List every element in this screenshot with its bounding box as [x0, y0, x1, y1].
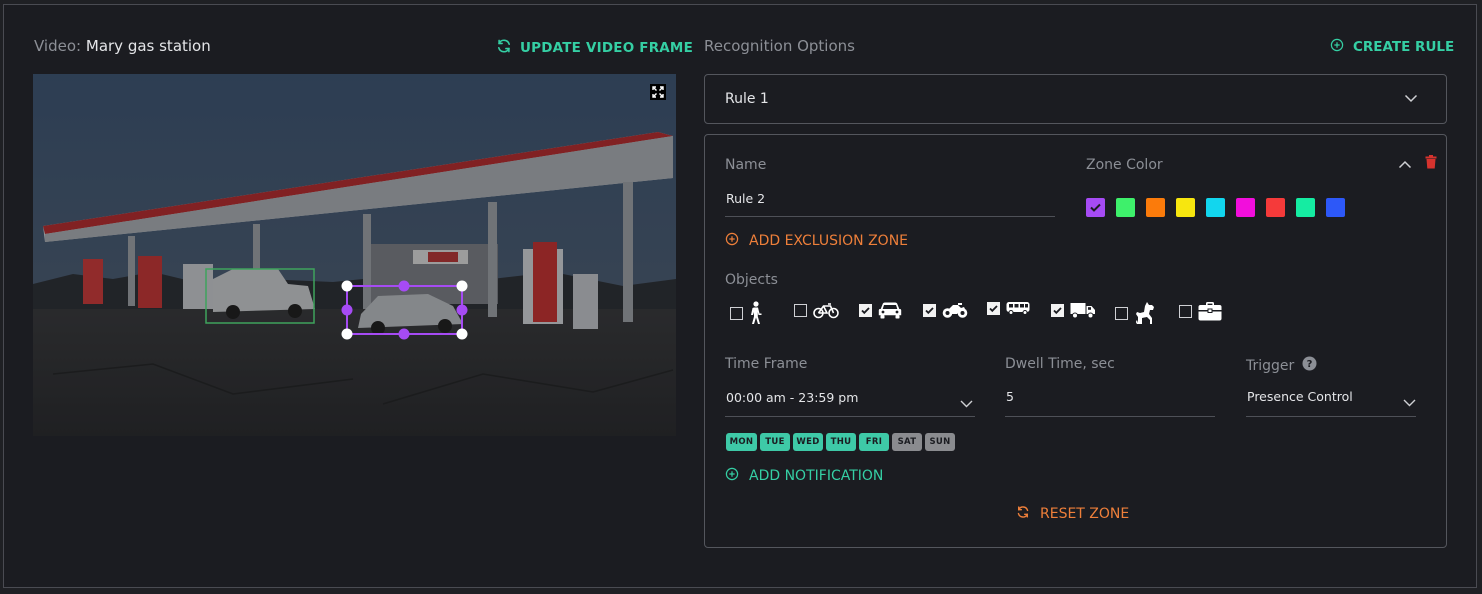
refresh-icon	[1016, 505, 1030, 523]
object-toggle[interactable]	[859, 301, 902, 319]
zone-color-swatch[interactable]	[1266, 198, 1285, 217]
day-chip-tue[interactable]: TUE	[760, 433, 790, 451]
delete-icon[interactable]	[1425, 154, 1437, 173]
trigger-label-row: Trigger ?	[1246, 356, 1317, 375]
check-icon	[1053, 306, 1062, 314]
bicycle-icon	[813, 301, 839, 319]
video-frame[interactable]	[33, 74, 676, 436]
zone-color-swatch[interactable]	[1296, 198, 1315, 217]
day-chip-thu[interactable]: THU	[826, 433, 856, 451]
zone-color-picker	[1086, 198, 1356, 218]
object-toggle[interactable]	[923, 301, 968, 319]
add-notification-label: ADD NOTIFICATION	[749, 468, 884, 484]
name-label: Name	[725, 157, 767, 173]
trigger-label: Trigger	[1246, 357, 1295, 374]
suitcase-icon	[1198, 301, 1222, 321]
person-icon	[749, 301, 763, 325]
object-checkbox[interactable]	[730, 306, 743, 320]
time-frame-value: 00:00 am - 23:59 pm	[726, 390, 859, 405]
name-input-value: Rule 2	[726, 191, 766, 206]
zone-color-swatch[interactable]	[1086, 198, 1105, 217]
reset-zone-button[interactable]: RESET ZONE	[1016, 505, 1129, 523]
fullscreen-icon[interactable]	[650, 84, 666, 100]
bus-icon	[1006, 301, 1030, 315]
name-input[interactable]: Rule 2	[725, 186, 1055, 217]
dwell-time-value: 5	[1006, 389, 1014, 404]
zone-color-swatch[interactable]	[1176, 198, 1195, 217]
check-icon	[1090, 203, 1101, 212]
object-toggle[interactable]	[1115, 301, 1156, 325]
chevron-down-icon	[960, 393, 973, 412]
help-icon[interactable]: ?	[1302, 356, 1317, 375]
weekday-selector: MON TUE WED THU FRI SAT SUN	[726, 433, 966, 451]
object-checkbox[interactable]	[1115, 306, 1128, 320]
objects-list	[730, 301, 1250, 327]
object-checkbox[interactable]	[1179, 304, 1192, 318]
dwell-time-label: Dwell Time, sec	[1005, 356, 1115, 372]
create-rule-label: CREATE RULE	[1353, 39, 1455, 55]
trigger-value: Presence Control	[1247, 389, 1353, 404]
objects-label: Objects	[725, 272, 778, 288]
time-frame-select[interactable]: 00:00 am - 23:59 pm	[725, 383, 975, 417]
object-toggle[interactable]	[794, 301, 839, 319]
zone-color-swatch[interactable]	[1206, 198, 1225, 217]
add-notification-button[interactable]: ADD NOTIFICATION	[725, 467, 883, 485]
dwell-time-input[interactable]: 5	[1005, 383, 1215, 417]
video-label: Video:	[34, 37, 82, 55]
zone-color-swatch[interactable]	[1326, 198, 1345, 217]
trigger-select[interactable]: Presence Control	[1246, 383, 1416, 417]
object-toggle[interactable]	[1051, 301, 1096, 319]
day-chip-wed[interactable]: WED	[793, 433, 823, 451]
object-checkbox[interactable]	[859, 303, 872, 317]
check-icon	[989, 304, 998, 312]
truck-icon	[1070, 301, 1096, 319]
video-title: Video: Mary gas station	[34, 37, 211, 55]
object-toggle[interactable]	[730, 301, 763, 325]
object-toggle[interactable]	[1179, 301, 1222, 321]
create-rule-button[interactable]: CREATE RULE	[1330, 38, 1454, 56]
selected-rule-label: Rule 1	[725, 91, 769, 107]
video-name: Mary gas station	[85, 37, 211, 55]
update-video-frame-label: UPDATE VIDEO FRAME	[520, 40, 693, 56]
plus-circle-icon	[1330, 38, 1344, 56]
reset-zone-label: RESET ZONE	[1040, 506, 1130, 522]
chevron-up-icon[interactable]	[1398, 154, 1412, 173]
zone-color-swatch[interactable]	[1236, 198, 1255, 217]
day-chip-mon[interactable]: MON	[726, 433, 757, 451]
update-video-frame-button[interactable]: UPDATE VIDEO FRAME	[496, 38, 693, 58]
day-chip-sun[interactable]: SUN	[925, 433, 955, 451]
dog-icon	[1134, 301, 1156, 325]
zone-color-label: Zone Color	[1086, 157, 1163, 173]
object-checkbox[interactable]	[794, 303, 807, 317]
svg-text:?: ?	[1307, 359, 1313, 370]
plus-circle-icon	[725, 232, 739, 250]
add-exclusion-zone-button[interactable]: ADD EXCLUSION ZONE	[725, 232, 908, 250]
plus-circle-icon	[725, 467, 739, 485]
chevron-down-icon	[1403, 392, 1416, 411]
rule-select[interactable]: Rule 1	[704, 74, 1447, 124]
object-checkbox[interactable]	[1051, 303, 1064, 317]
recognition-options-title: Recognition Options	[704, 37, 855, 55]
time-frame-label: Time Frame	[725, 356, 808, 372]
zone-color-swatch[interactable]	[1146, 198, 1165, 217]
object-toggle[interactable]	[987, 301, 1030, 315]
chevron-down-icon	[1404, 91, 1418, 107]
day-chip-sat[interactable]: SAT	[892, 433, 922, 451]
motorcycle-icon	[942, 301, 968, 319]
check-icon	[925, 306, 934, 314]
car-icon	[878, 301, 902, 319]
object-checkbox[interactable]	[987, 301, 1000, 315]
refresh-icon	[496, 38, 512, 58]
zone-color-swatch[interactable]	[1116, 198, 1135, 217]
object-checkbox[interactable]	[923, 303, 936, 317]
add-exclusion-zone-label: ADD EXCLUSION ZONE	[749, 233, 909, 249]
check-icon	[861, 306, 870, 314]
day-chip-fri[interactable]: FRI	[859, 433, 889, 451]
